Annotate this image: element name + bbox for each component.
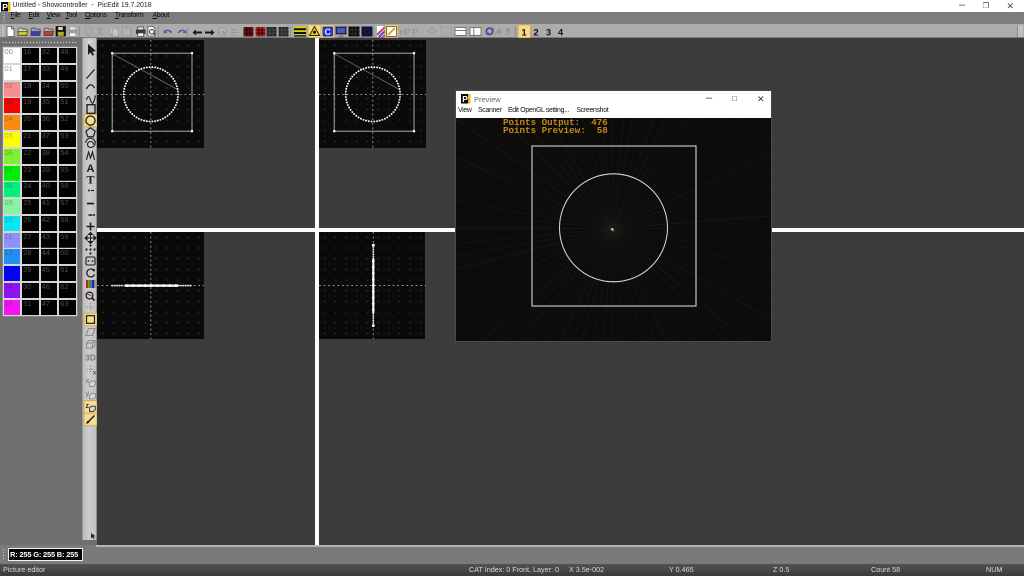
svg-text:3D: 3D bbox=[85, 353, 96, 363]
svg-text:y: y bbox=[86, 391, 90, 398]
svg-text:2: 2 bbox=[533, 28, 538, 38]
svg-text:P: P bbox=[413, 28, 418, 37]
svg-text:HP: HP bbox=[400, 28, 411, 37]
svg-text:P: P bbox=[2, 2, 8, 12]
svg-text:z: z bbox=[86, 403, 90, 410]
svg-text:x: x bbox=[93, 371, 96, 377]
svg-text:P: P bbox=[462, 94, 468, 104]
svg-text:3: 3 bbox=[546, 28, 551, 38]
svg-text:x: x bbox=[86, 378, 90, 385]
svg-text:C: C bbox=[324, 27, 331, 37]
svg-text:1: 1 bbox=[521, 28, 526, 38]
svg-text:T: T bbox=[86, 173, 94, 187]
svg-text:4: 4 bbox=[558, 28, 564, 38]
